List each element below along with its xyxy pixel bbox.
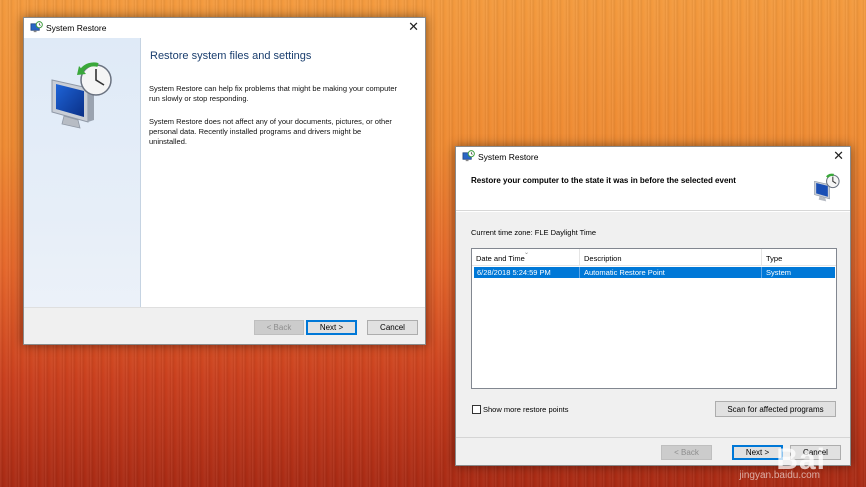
table-row[interactable]: 6/28/2018 5:24:59 PM Automatic Restore P…	[474, 267, 835, 278]
row-type: System	[766, 268, 792, 277]
restore-points-table[interactable]: Date and Time ⌄ Description Type 6/28/20…	[471, 248, 837, 389]
next-button[interactable]: Next >	[306, 320, 357, 335]
back-button[interactable]: < Back	[661, 445, 712, 460]
wizard-header: Restore your computer to the state it wa…	[456, 167, 850, 211]
monitor-restore-icon	[51, 62, 112, 129]
footer-divider	[456, 437, 850, 438]
sidebar-divider	[140, 38, 141, 329]
close-icon[interactable]: ✕	[408, 20, 419, 34]
monitor-restore-icon	[814, 173, 840, 202]
wizard-body: Current time zone: FLE Daylight Time Dat…	[456, 212, 850, 465]
show-more-checkbox[interactable]	[472, 405, 481, 414]
row-description: Automatic Restore Point	[584, 268, 665, 277]
description-text: System Restore can help fix problems tha…	[149, 84, 398, 103]
row-date: 6/28/2018 5:24:59 PM	[477, 268, 551, 277]
sort-indicator-icon: ⌄	[524, 250, 530, 256]
back-button[interactable]: < Back	[254, 320, 304, 335]
window-title: System Restore	[478, 152, 539, 162]
system-restore-icon	[30, 21, 43, 33]
scan-affected-programs-button[interactable]: Scan for affected programs	[715, 401, 836, 417]
watermark-url: jingyan.baidu.com	[739, 470, 820, 481]
table-header: Date and Time ⌄ Description Type	[472, 249, 836, 266]
title-bar[interactable]: System Restore ✕	[456, 147, 850, 167]
button-bar: < Back Next > Cancel	[24, 307, 425, 344]
title-bar[interactable]: System Restore ✕	[24, 18, 425, 38]
column-header-description[interactable]: Description	[580, 249, 762, 266]
sidebar-panel	[24, 38, 140, 329]
disclaimer-text: System Restore does not affect any of yo…	[149, 117, 392, 146]
timezone-label: Current time zone: FLE Daylight Time	[471, 228, 597, 237]
window-title: System Restore	[46, 23, 107, 33]
page-title: Restore system files and settings	[150, 50, 312, 62]
system-restore-icon	[462, 150, 475, 162]
show-more-label[interactable]: Show more restore points	[483, 405, 568, 414]
restore-point-window: System Restore ✕ Restore your computer t…	[455, 146, 851, 466]
close-icon[interactable]: ✕	[833, 149, 844, 163]
header-title: Restore your computer to the state it wa…	[471, 176, 736, 185]
column-header-type[interactable]: Type	[762, 249, 836, 266]
system-restore-intro-window: System Restore ✕ Restore system files an…	[23, 17, 426, 345]
cancel-button[interactable]: Cancel	[367, 320, 418, 335]
